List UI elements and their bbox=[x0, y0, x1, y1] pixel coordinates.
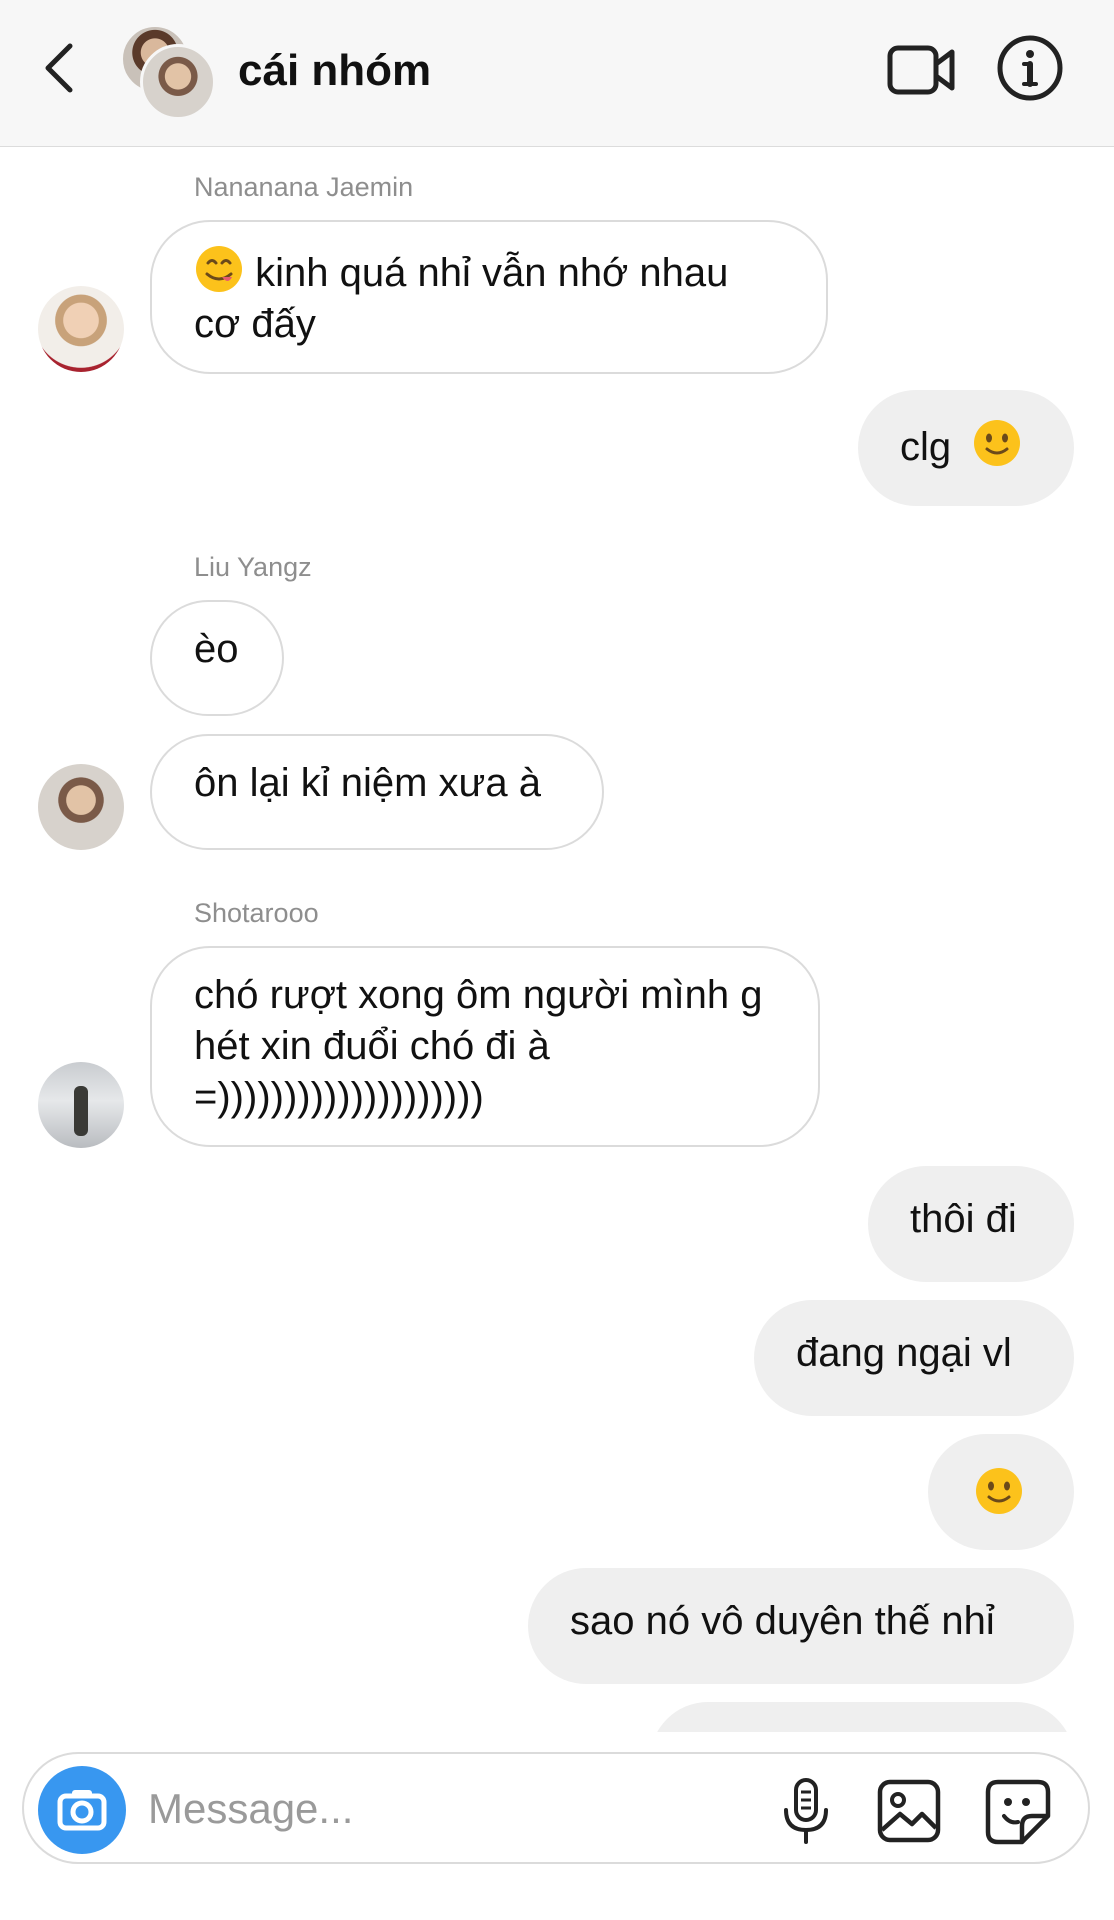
back-button[interactable] bbox=[38, 38, 82, 98]
outgoing-message[interactable]: sao nó vô duyên thế nhỉ bbox=[528, 1568, 1074, 1684]
message-text: chó rượt xong ôm người mình ghét xin đuổ… bbox=[194, 973, 763, 1119]
member-avatar-front bbox=[140, 44, 216, 120]
message-composer bbox=[22, 1752, 1090, 1864]
image-gallery-icon bbox=[877, 1779, 941, 1843]
group-avatar[interactable] bbox=[120, 24, 216, 120]
face-savoring-food-emoji bbox=[194, 244, 244, 294]
outgoing-message[interactable]: clg bbox=[858, 390, 1074, 506]
incoming-message[interactable]: kinh quá nhỉ vẫn nhớ nhau cơ đấy bbox=[150, 220, 828, 374]
sender-name: Nananana Jaemin bbox=[194, 172, 414, 202]
avatar-shotarooo[interactable] bbox=[38, 1062, 124, 1148]
sticker-button[interactable] bbox=[984, 1778, 1052, 1846]
message-text: đang ngại vl bbox=[796, 1331, 1012, 1375]
message-text: sao nó vô duyên thế nhỉ bbox=[570, 1599, 995, 1643]
sender-name: Liu Yangz bbox=[194, 552, 312, 582]
chevron-left-icon bbox=[45, 43, 73, 93]
message-input[interactable] bbox=[146, 1778, 650, 1840]
message-text: èo bbox=[194, 627, 239, 671]
incoming-message[interactable]: chó rượt xong ôm người mình ghét xin đuổ… bbox=[150, 946, 820, 1147]
microphone-button[interactable] bbox=[778, 1776, 834, 1848]
gallery-button[interactable] bbox=[876, 1778, 942, 1844]
slightly-smiling-face-emoji bbox=[972, 418, 1022, 468]
avatar-nananana-jaemin[interactable] bbox=[38, 286, 124, 372]
clipped-message bbox=[650, 1702, 1074, 1732]
sender-name: Shotarooo bbox=[194, 898, 319, 928]
slightly-smiling-face-emoji bbox=[974, 1466, 1024, 1516]
message-text: clg bbox=[900, 425, 952, 469]
outgoing-message[interactable]: đang ngại vl bbox=[754, 1300, 1074, 1416]
incoming-message[interactable]: èo bbox=[150, 600, 284, 716]
chat-title[interactable]: cái nhóm bbox=[238, 46, 431, 96]
video-call-button[interactable] bbox=[886, 40, 958, 100]
info-icon bbox=[997, 35, 1063, 101]
camera-icon bbox=[57, 1790, 107, 1831]
chat-header: cái nhóm bbox=[0, 0, 1114, 147]
info-button[interactable] bbox=[996, 34, 1064, 102]
sticker-icon bbox=[985, 1779, 1051, 1845]
outgoing-message[interactable] bbox=[928, 1434, 1074, 1550]
avatar-liu-yangz[interactable] bbox=[38, 764, 124, 850]
message-text: ôn lại kỉ niệm xưa à bbox=[194, 761, 541, 805]
video-camera-icon bbox=[887, 45, 955, 95]
message-text: thôi đi bbox=[910, 1197, 1017, 1241]
microphone-icon bbox=[784, 1778, 828, 1844]
message-text: kinh quá nhỉ vẫn nhớ nhau cơ đấy bbox=[194, 251, 729, 346]
incoming-message[interactable]: ôn lại kỉ niệm xưa à bbox=[150, 734, 604, 850]
camera-button[interactable] bbox=[38, 1766, 126, 1854]
outgoing-message[interactable]: thôi đi bbox=[868, 1166, 1074, 1282]
